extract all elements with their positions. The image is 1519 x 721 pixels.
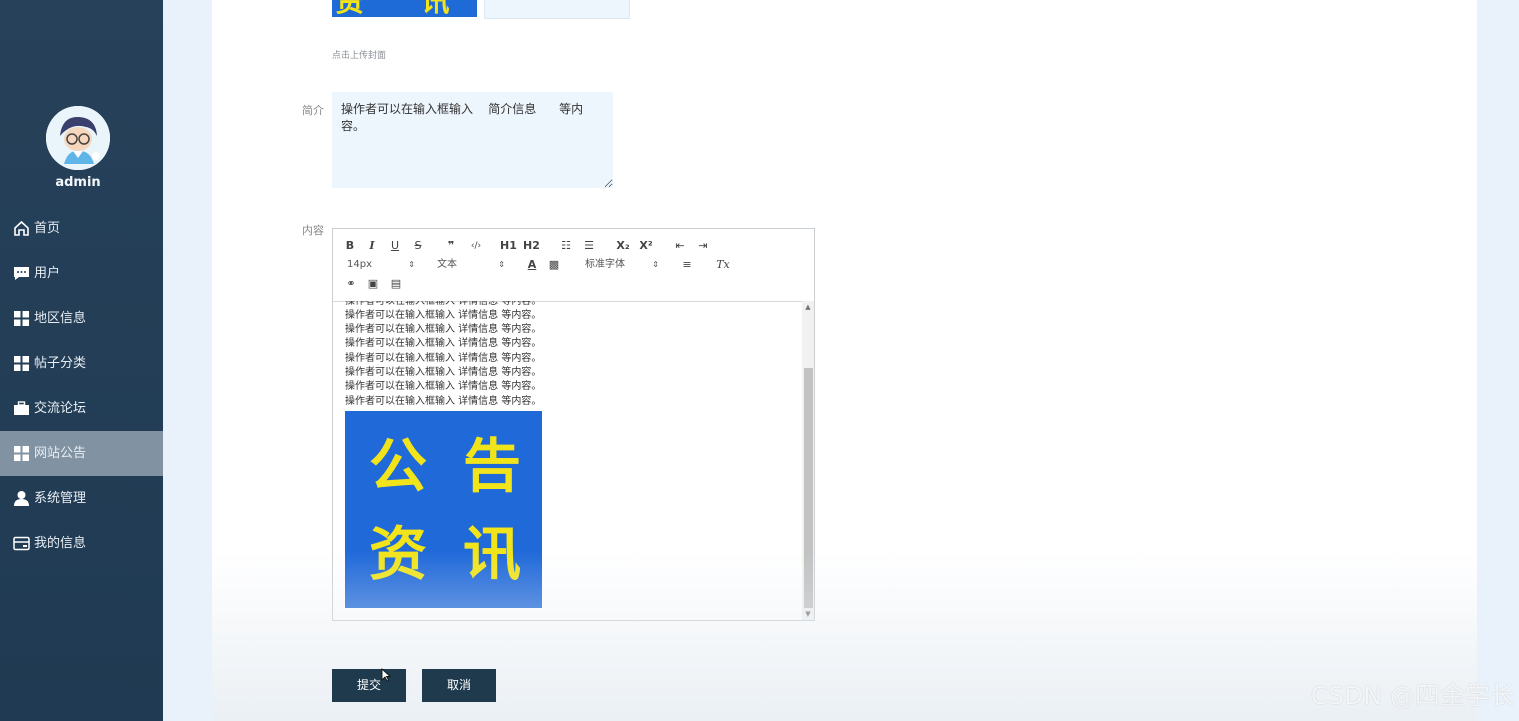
sidebar-item-label: 交流论坛 bbox=[34, 401, 87, 416]
link-icon[interactable]: ⚭ bbox=[344, 276, 358, 292]
font-family-select[interactable]: 标准字体 ⇕ bbox=[585, 257, 659, 273]
superscript-button[interactable]: X² bbox=[638, 238, 654, 254]
sidebar-item-label: 系统管理 bbox=[34, 491, 87, 506]
briefcase-icon bbox=[13, 400, 30, 417]
sidebar-nav: 首页 用户 地区信息 帖子分类 交流论坛 网站公告 系统管理 我的信息 bbox=[0, 206, 163, 566]
content-line: 操作者可以在输入框输入 详情信息 等内容。 bbox=[345, 396, 542, 407]
avatar-illustration-icon bbox=[46, 106, 110, 170]
outdent-button[interactable]: ⇤ bbox=[673, 238, 687, 254]
sidebar-item-announcement[interactable]: 网站公告 bbox=[0, 431, 163, 476]
select-caret-icon: ⇕ bbox=[498, 260, 505, 269]
editor-content[interactable]: 操作者可以在输入框输入 详情信息 等内容。 操作者可以在输入框输入 详情信息 等… bbox=[333, 301, 802, 620]
sidebar-item-forum[interactable]: 交流论坛 bbox=[0, 386, 163, 431]
cover-image-preview[interactable]: 资 讯 bbox=[332, 0, 477, 17]
grid-icon bbox=[13, 445, 30, 462]
underline-button[interactable]: U bbox=[389, 238, 401, 254]
summary-label: 简介 bbox=[302, 104, 324, 117]
upload-hint[interactable]: 点击上传封面 bbox=[332, 48, 386, 61]
editor-scrollbar[interactable]: ▲ ▼ bbox=[802, 301, 814, 620]
image-char: 讯 bbox=[463, 520, 522, 588]
sidebar-item-region-info[interactable]: 地区信息 bbox=[0, 296, 163, 341]
content-line: 操作者可以在输入框输入 详情信息 等内容。 bbox=[345, 367, 542, 378]
text-color-button[interactable]: A bbox=[525, 257, 539, 273]
sidebar-item-home[interactable]: 首页 bbox=[0, 206, 163, 251]
blockquote-button[interactable]: ❞ bbox=[444, 238, 458, 254]
form-panel: 资 讯 点击上传封面 简介 操作者可以在输入框输入 简介信息 等内容。 内容 B… bbox=[212, 0, 1477, 721]
content-line: 操作者可以在输入框输入 详情信息 等内容。 bbox=[345, 310, 542, 321]
content-line: 操作者可以在输入框输入 详情信息 等内容。 bbox=[345, 381, 542, 392]
sidebar-item-label: 网站公告 bbox=[34, 446, 87, 461]
mouse-cursor-icon bbox=[381, 668, 391, 682]
summary-textarea[interactable]: 操作者可以在输入框输入 简介信息 等内容。 bbox=[332, 92, 613, 188]
cover-image-text: 资 讯 bbox=[335, 0, 474, 17]
submit-button[interactable]: 提交 bbox=[332, 669, 406, 702]
chat-icon bbox=[13, 265, 30, 282]
content-line: 操作者可以在输入框输入 详情信息 等内容。 bbox=[345, 324, 542, 335]
ordered-list-button[interactable]: ☷ bbox=[559, 238, 573, 254]
image-icon[interactable]: ▣ bbox=[366, 276, 380, 292]
cancel-button[interactable]: 取消 bbox=[422, 669, 496, 702]
sidebar-item-label: 首页 bbox=[34, 221, 61, 236]
user-icon bbox=[13, 490, 30, 507]
sidebar-item-users[interactable]: 用户 bbox=[0, 251, 163, 296]
clear-format-button[interactable]: Tx bbox=[715, 257, 731, 273]
select-caret-icon: ⇕ bbox=[652, 260, 659, 269]
announcement-image[interactable]: 公 告 资 讯 bbox=[345, 411, 542, 608]
code-block-button[interactable]: ‹/› bbox=[468, 238, 484, 254]
image-char: 公 bbox=[369, 432, 428, 500]
content-label: 内容 bbox=[302, 224, 324, 237]
scroll-down-icon[interactable]: ▼ bbox=[802, 608, 814, 620]
home-icon bbox=[13, 220, 30, 237]
sidebar-item-label: 用户 bbox=[34, 266, 61, 281]
sidebar-item-post-category[interactable]: 帖子分类 bbox=[0, 341, 163, 386]
rich-text-editor[interactable]: B I U S ❞ ‹/› H1 H2 ☷ ☰ X₂ X² ⇤ ⇥ 14px ⇕… bbox=[332, 228, 815, 621]
scroll-up-icon[interactable]: ▲ bbox=[802, 301, 814, 313]
avatar[interactable] bbox=[46, 106, 110, 170]
grid-icon bbox=[13, 355, 30, 372]
card-icon bbox=[13, 535, 30, 552]
bold-button[interactable]: B bbox=[344, 238, 356, 254]
cover-upload-slot[interactable] bbox=[484, 0, 630, 19]
bullet-list-button[interactable]: ☰ bbox=[582, 238, 596, 254]
font-size-select[interactable]: 14px ⇕ bbox=[347, 257, 415, 273]
grid-icon bbox=[13, 310, 30, 327]
content-line: 操作者可以在输入框输入 详情信息 等内容。 bbox=[345, 301, 542, 307]
indent-button[interactable]: ⇥ bbox=[696, 238, 710, 254]
block-type-select[interactable]: 文本 ⇕ bbox=[437, 257, 505, 273]
image-char: 资 bbox=[369, 520, 428, 588]
editor-toolbar: B I U S ❞ ‹/› H1 H2 ☷ ☰ X₂ X² ⇤ ⇥ 14px ⇕… bbox=[333, 229, 814, 302]
content-line: 操作者可以在输入框输入 详情信息 等内容。 bbox=[345, 338, 542, 349]
italic-button[interactable]: I bbox=[366, 238, 378, 254]
font-family-value: 标准字体 bbox=[585, 259, 625, 270]
align-left-icon[interactable]: ≡ bbox=[680, 257, 694, 273]
sidebar-item-my-info[interactable]: 我的信息 bbox=[0, 521, 163, 566]
sidebar-item-label: 地区信息 bbox=[34, 311, 87, 326]
sidebar-item-label: 帖子分类 bbox=[34, 356, 87, 371]
username: admin bbox=[55, 175, 101, 190]
image-char: 告 bbox=[463, 432, 522, 500]
sidebar-item-system[interactable]: 系统管理 bbox=[0, 476, 163, 521]
heading2-button[interactable]: H2 bbox=[523, 238, 540, 254]
font-size-value: 14px bbox=[347, 259, 372, 270]
video-icon[interactable]: ▤ bbox=[389, 276, 403, 292]
sidebar-item-label: 我的信息 bbox=[34, 536, 87, 551]
background-color-icon[interactable]: ▩ bbox=[547, 257, 561, 273]
sidebar: admin 首页 用户 地区信息 帖子分类 交流论坛 网站公告 系统管理 我的信… bbox=[0, 0, 163, 721]
scrollbar-thumb[interactable] bbox=[804, 368, 813, 608]
heading1-button[interactable]: H1 bbox=[500, 238, 517, 254]
subscript-button[interactable]: X₂ bbox=[615, 238, 631, 254]
select-caret-icon: ⇕ bbox=[408, 260, 415, 269]
block-type-value: 文本 bbox=[437, 259, 457, 270]
strikethrough-button[interactable]: S bbox=[412, 238, 424, 254]
content-line: 操作者可以在输入框输入 详情信息 等内容。 bbox=[345, 353, 542, 364]
watermark: CSDN @四金学长 bbox=[1310, 681, 1515, 710]
